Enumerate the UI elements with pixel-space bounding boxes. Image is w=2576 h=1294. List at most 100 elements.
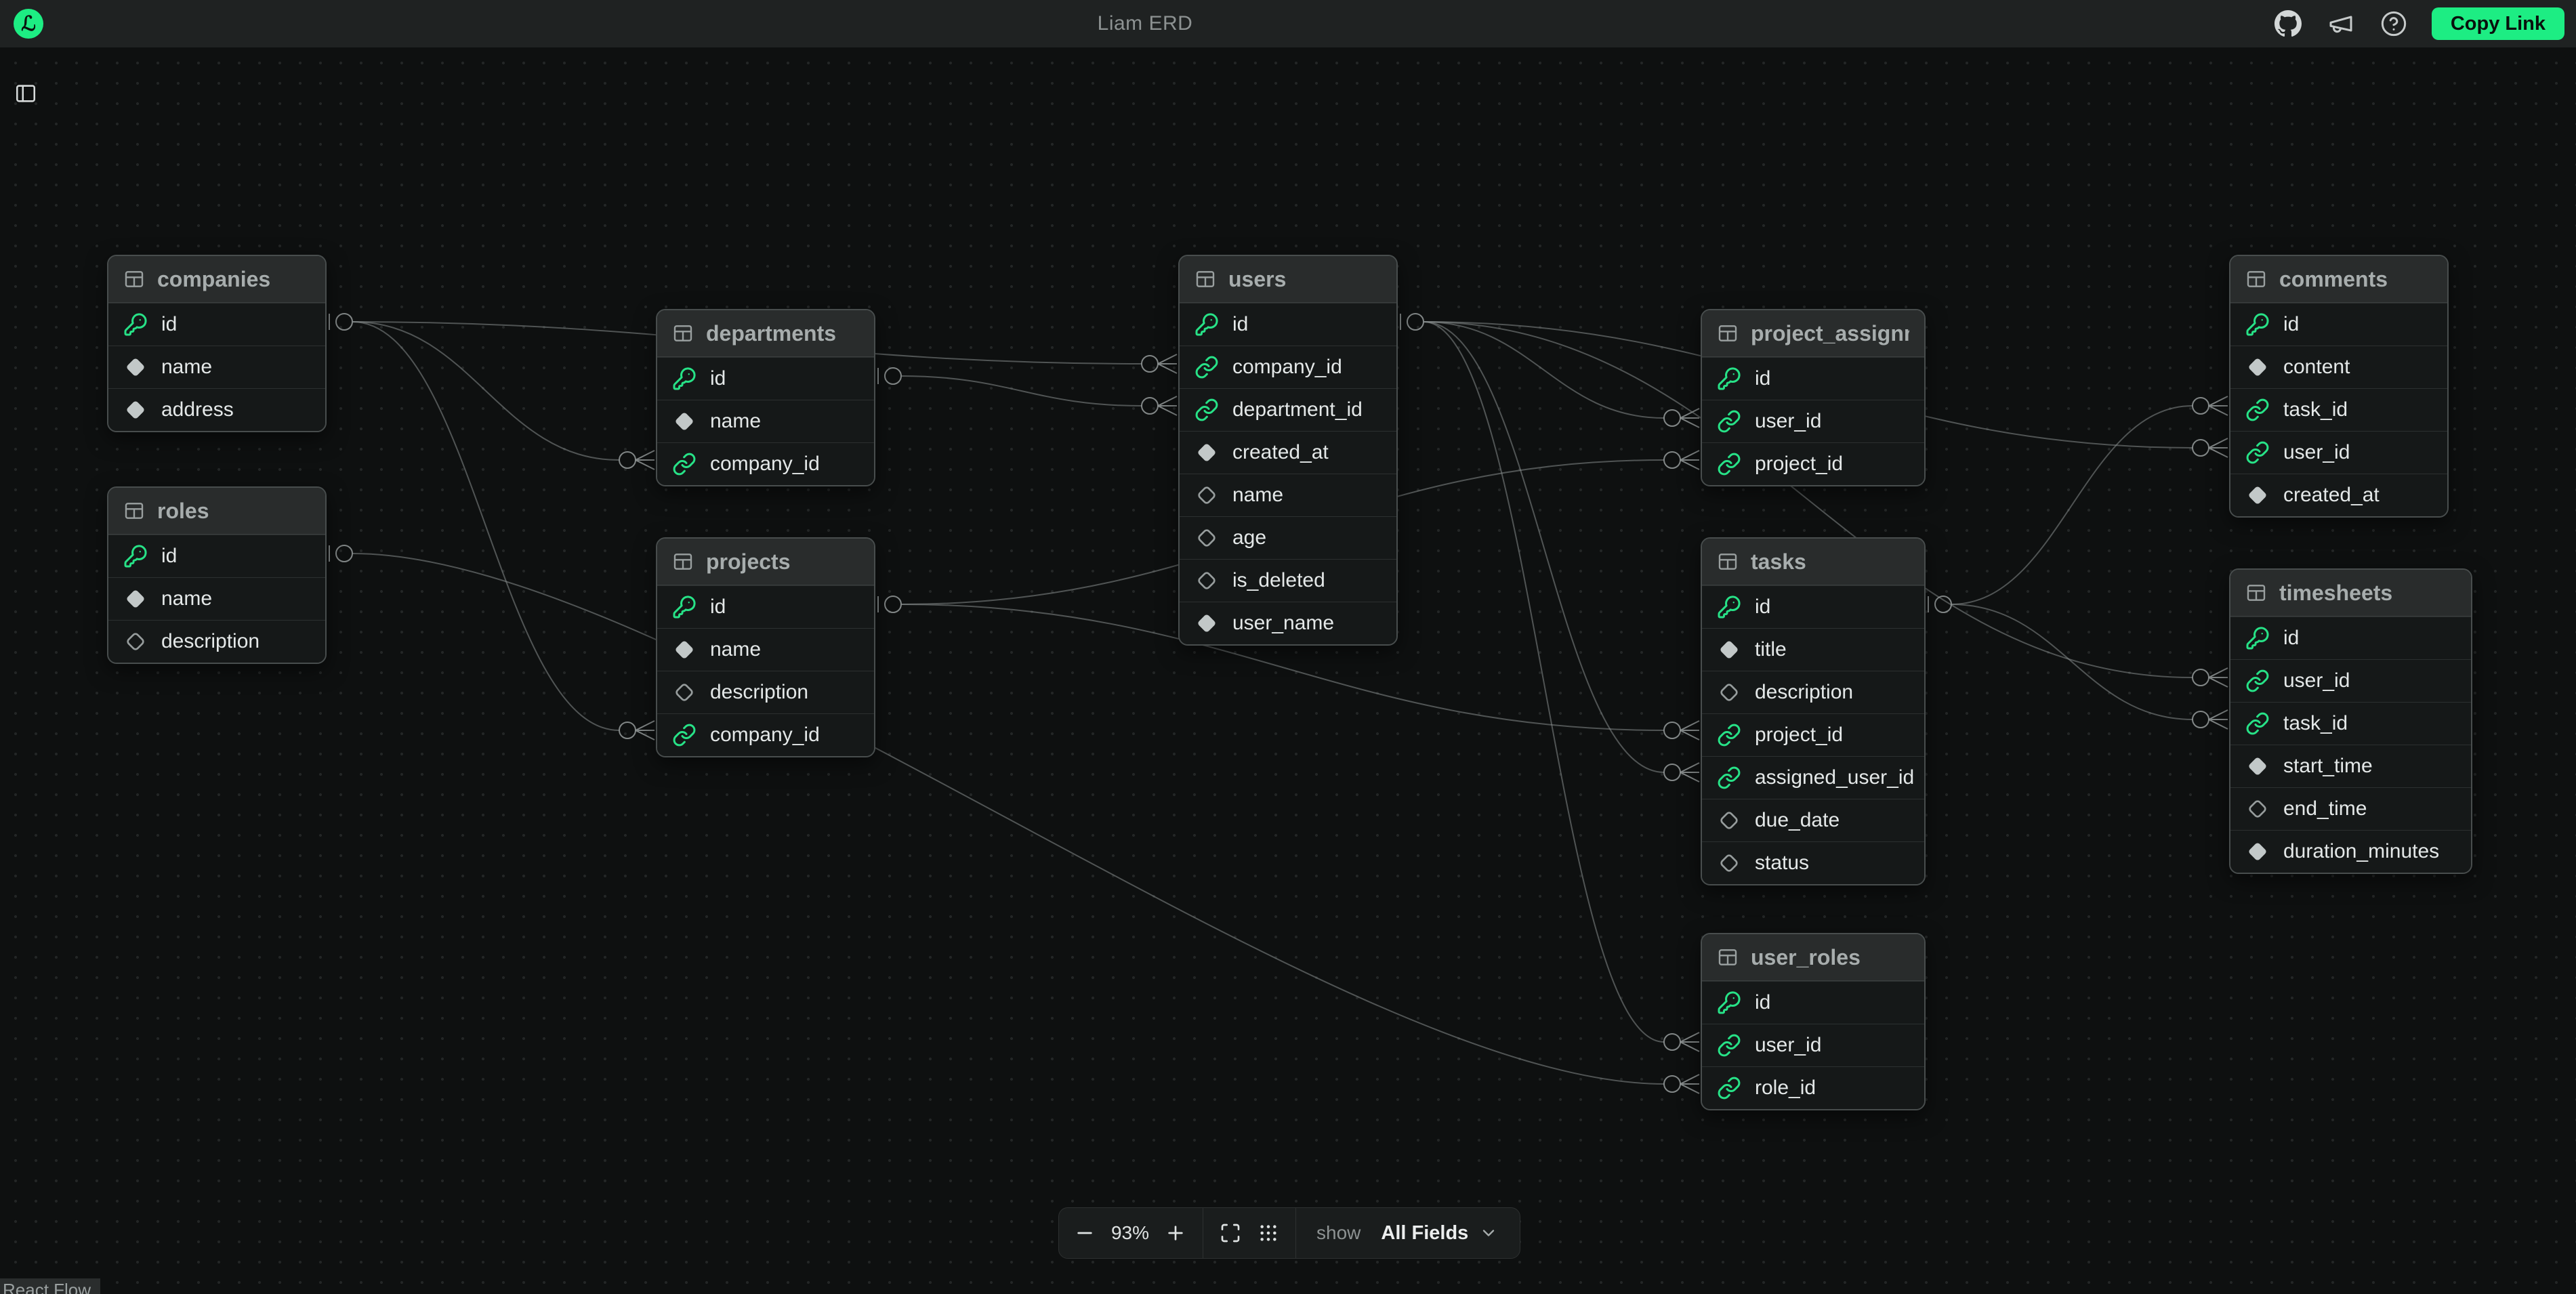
column-row[interactable]: name <box>1180 474 1396 516</box>
column-row[interactable]: id <box>1702 585 1924 628</box>
table-header[interactable]: users <box>1180 256 1396 303</box>
column-row[interactable]: company_id <box>657 442 874 485</box>
table-node-projects[interactable]: projectsidnamedescriptioncompany_id <box>656 537 875 757</box>
column-row[interactable]: user_id <box>2230 659 2471 702</box>
table-node-project_assignments[interactable]: project_assignme...iduser_idproject_id <box>1701 309 1926 486</box>
fit-view-icon[interactable] <box>1211 1214 1249 1252</box>
table-node-comments[interactable]: comments idcontenttask_iduser_idcreated_a… <box>2229 255 2449 518</box>
table-node-users[interactable]: users idcompany_iddepartment_idcreated_at… <box>1178 255 1398 646</box>
fields-filter-dropdown[interactable]: All Fields <box>1375 1222 1503 1245</box>
column-row[interactable]: created_at <box>1180 431 1396 474</box>
zoom-in-button[interactable] <box>1157 1214 1194 1252</box>
column-row[interactable]: age <box>1180 516 1396 559</box>
column-row[interactable]: status <box>1702 841 1924 884</box>
foreign-key-icon <box>2245 669 2270 693</box>
column-row[interactable]: is_deleted <box>1180 559 1396 602</box>
help-icon[interactable] <box>2379 9 2409 39</box>
cardinality-many-icon <box>636 451 655 469</box>
primary-key-icon <box>123 312 148 337</box>
column-row[interactable]: content <box>2230 346 2447 388</box>
column-row[interactable]: title <box>1702 628 1924 671</box>
column-row[interactable]: id <box>108 535 325 577</box>
column-row[interactable]: task_id <box>2230 388 2447 431</box>
column-row[interactable]: id <box>2230 617 2471 659</box>
table-header[interactable]: companies <box>108 256 325 303</box>
column-row[interactable]: created_at <box>2230 474 2447 516</box>
react-flow-attribution[interactable]: React Flow <box>0 1278 100 1294</box>
column-row[interactable]: duration_minutes <box>2230 830 2471 873</box>
zoom-out-button[interactable] <box>1066 1214 1104 1252</box>
nullable-icon <box>1194 483 1219 507</box>
column-row[interactable]: id <box>657 357 874 400</box>
table-icon <box>123 500 145 522</box>
relationship-edge <box>1424 322 1664 418</box>
column-row[interactable]: start_time <box>2230 745 2471 787</box>
sidebar-toggle-icon[interactable] <box>12 80 39 107</box>
column-row[interactable]: assigned_user_id <box>1702 756 1924 799</box>
table-header[interactable]: project_assignme... <box>1702 310 1924 357</box>
column-row[interactable]: description <box>1702 671 1924 713</box>
table-header[interactable]: projects <box>657 539 874 585</box>
tidy-up-icon[interactable] <box>1249 1214 1287 1252</box>
column-row[interactable]: address <box>108 388 325 431</box>
table-header[interactable]: user_roles <box>1702 934 1924 981</box>
table-node-timesheets[interactable]: timesheetsiduser_idtask_idstart_timeend_… <box>2229 568 2472 874</box>
table-icon <box>1194 268 1216 290</box>
github-icon[interactable] <box>2273 9 2303 39</box>
table-icon <box>123 268 145 290</box>
table-node-departments[interactable]: departmentsidnamecompany_id <box>656 309 875 486</box>
column-row[interactable]: role_id <box>1702 1066 1924 1109</box>
column-row[interactable]: name <box>657 400 874 442</box>
primary-key-icon <box>1717 367 1741 391</box>
column-row[interactable]: company_id <box>657 713 874 756</box>
copy-link-button[interactable]: Copy Link <box>2432 7 2564 40</box>
table-header[interactable]: comments <box>2230 256 2447 303</box>
table-header[interactable]: timesheets <box>2230 570 2471 617</box>
table-node-tasks[interactable]: tasksidtitledescriptionproject_idassigne… <box>1701 537 1926 885</box>
column-row[interactable]: id <box>657 585 874 628</box>
cardinality-circle-icon <box>2193 398 2209 414</box>
table-node-roles[interactable]: rolesidnamedescription <box>107 486 327 664</box>
table-icon <box>2245 268 2267 290</box>
column-row[interactable]: user_id <box>2230 431 2447 474</box>
cardinality-many-icon <box>2209 668 2228 687</box>
column-row[interactable]: id <box>108 303 325 346</box>
table-node-user_roles[interactable]: user_rolesid user_id role_id <box>1701 933 1926 1110</box>
relationship-edge <box>352 554 1664 1084</box>
megaphone-icon[interactable] <box>2326 9 2356 39</box>
primary-key-icon <box>2245 626 2270 650</box>
column-row[interactable]: id <box>2230 303 2447 346</box>
table-header[interactable]: tasks <box>1702 539 1924 585</box>
column-row[interactable]: due_date <box>1702 799 1924 841</box>
column-row[interactable]: user_name <box>1180 602 1396 644</box>
table-header[interactable]: roles <box>108 488 325 535</box>
cardinality-circle-icon <box>1664 722 1680 738</box>
erd-canvas[interactable]: companiesidnameaddressrolesidnamedescrip… <box>0 47 2576 1294</box>
foreign-key-icon <box>672 452 697 476</box>
column-row[interactable]: id <box>1702 981 1924 1024</box>
table-name: comments <box>2279 267 2388 292</box>
table-header[interactable]: departments <box>657 310 874 357</box>
column-row[interactable]: id <box>1702 357 1924 400</box>
column-row[interactable]: company_id <box>1180 346 1396 388</box>
column-row[interactable]: department_id <box>1180 388 1396 431</box>
liam-logo-icon[interactable]: ℒ <box>14 9 43 39</box>
column-row[interactable]: task_id <box>2230 702 2471 745</box>
column-row[interactable]: description <box>108 620 325 663</box>
column-name: user_id <box>1755 1034 1821 1057</box>
table-name: companies <box>157 267 270 292</box>
column-row[interactable]: end_time <box>2230 787 2471 830</box>
column-row[interactable]: user_id <box>1702 400 1924 442</box>
column-row[interactable]: project_id <box>1702 713 1924 756</box>
column-row[interactable]: name <box>108 346 325 388</box>
column-row[interactable]: name <box>108 577 325 620</box>
table-name: users <box>1228 267 1286 292</box>
table-node-companies[interactable]: companies idnameaddress <box>107 255 327 432</box>
column-row[interactable]: project_id <box>1702 442 1924 485</box>
nullable-icon <box>1194 526 1219 550</box>
column-row[interactable]: user_id <box>1702 1024 1924 1066</box>
column-row[interactable]: name <box>657 628 874 671</box>
column-row[interactable]: description <box>657 671 874 713</box>
nullable-icon <box>1717 851 1741 875</box>
column-row[interactable]: id <box>1180 303 1396 346</box>
